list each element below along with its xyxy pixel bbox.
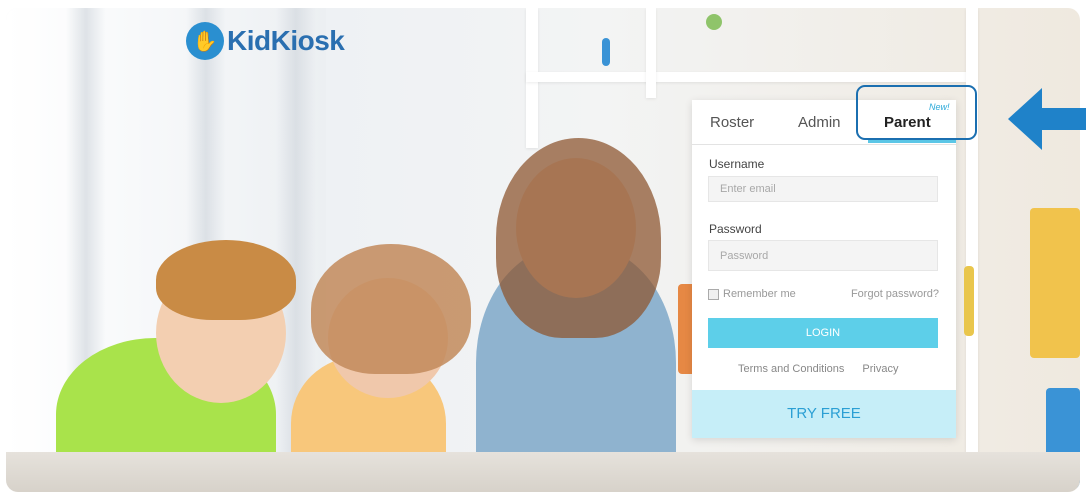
tab-roster[interactable]: Roster (710, 114, 754, 131)
login-panel: Roster Admin Parent New! Username Passwo… (692, 100, 956, 438)
child-hair (156, 240, 296, 320)
login-button[interactable]: LOGIN (708, 318, 938, 348)
username-label: Username (709, 157, 765, 171)
toy (602, 38, 610, 66)
hands-logo-icon: ✋ (186, 22, 224, 60)
adult-hair (496, 138, 661, 338)
remember-me-checkbox[interactable] (708, 288, 719, 300)
footer-links: Terms and Conditions Privacy (738, 363, 898, 375)
toy-curtain (1030, 208, 1080, 358)
brand-name: KidKiosk (227, 25, 345, 56)
shelf-board (526, 72, 966, 82)
privacy-link[interactable]: Privacy (862, 363, 898, 375)
try-free-button[interactable]: TRY FREE (692, 390, 956, 438)
arrow-left-icon (1008, 88, 1086, 150)
toy (964, 266, 974, 336)
remember-me[interactable]: Remember me (708, 288, 796, 300)
username-input[interactable] (708, 176, 938, 202)
active-tab-indicator (868, 140, 956, 143)
remember-me-label: Remember me (723, 288, 796, 300)
floor (6, 452, 1080, 492)
password-label: Password (709, 222, 762, 236)
parent-tab-highlight (856, 85, 977, 140)
password-input[interactable] (708, 240, 938, 271)
toy (706, 14, 722, 30)
brand-logo[interactable]: ✋ KidKiosk (186, 22, 345, 60)
shelf-post (966, 8, 978, 468)
child-hair (311, 244, 471, 374)
terms-link[interactable]: Terms and Conditions (738, 363, 844, 375)
shelf-post (646, 8, 656, 98)
forgot-password-link[interactable]: Forgot password? (851, 288, 939, 300)
tab-admin[interactable]: Admin (798, 114, 841, 131)
